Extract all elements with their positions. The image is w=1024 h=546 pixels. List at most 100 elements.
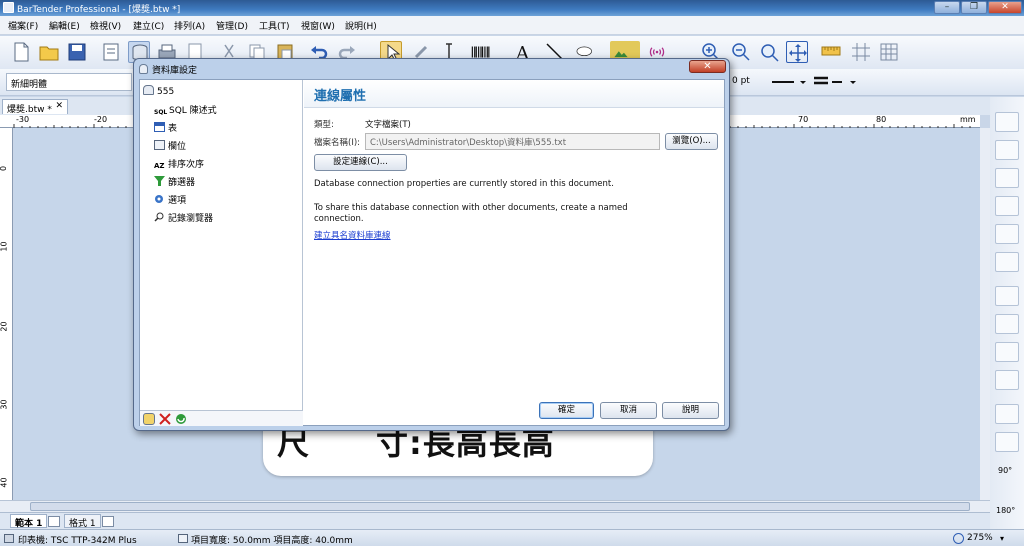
zoom-status-icon <box>953 533 964 544</box>
app-icon <box>3 2 14 13</box>
setup-connection-button[interactable]: 設定連線(C)... <box>314 154 407 171</box>
menu-manage[interactable]: 管理(D) <box>216 19 248 32</box>
zoom-level[interactable]: 275% <box>967 533 993 543</box>
horizontal-scrollbar[interactable] <box>0 500 990 512</box>
font-name-combo[interactable]: 新細明體 <box>6 73 132 91</box>
distribute-vertical-icon[interactable] <box>995 314 1019 334</box>
same-size-icon[interactable] <box>995 404 1019 424</box>
tree-item-label: 表 <box>168 124 178 134</box>
distribute-horizontal-icon[interactable] <box>995 286 1019 306</box>
filter-icon <box>154 176 165 186</box>
add-layer-icon[interactable] <box>102 516 114 527</box>
zoom-dropdown-icon[interactable]: ▾ <box>1000 534 1004 543</box>
align-bottom-icon[interactable] <box>995 196 1019 216</box>
sql-icon: SQL <box>154 109 168 116</box>
tree-item-fields[interactable]: 欄位 <box>154 139 186 152</box>
page-setup-icon[interactable] <box>100 41 122 63</box>
cancel-button[interactable]: 取消 <box>600 402 657 419</box>
panel-header: 連線屬性 <box>304 80 724 108</box>
tree-item-record-browser[interactable]: 記錄瀏覽器 <box>154 211 213 224</box>
delete-icon[interactable] <box>159 413 171 425</box>
ruler-icon[interactable] <box>820 41 842 63</box>
menu-create[interactable]: 建立(C) <box>133 19 164 32</box>
info-stored-text: Database connection properties are curre… <box>314 179 614 189</box>
same-height-icon[interactable] <box>995 370 1019 390</box>
close-window-button[interactable]: ✕ <box>988 1 1022 14</box>
ruler-label: 0 <box>0 166 8 171</box>
window-title: BarTender Professional - [爆獎.btw *] <box>17 5 181 15</box>
field-icon <box>154 140 165 150</box>
rotate-left-icon[interactable]: 90° <box>998 466 1012 475</box>
minimize-button[interactable]: – <box>934 1 960 14</box>
align-top-icon[interactable] <box>995 168 1019 188</box>
dialog-body: 555 SQL SQL 陳述式 表 欄位 AZ 排序次序 篩選器 選項 記錄瀏覽器 <box>139 79 725 426</box>
tree-item-label: 記錄瀏覽器 <box>168 214 214 224</box>
zoom-fit-icon[interactable] <box>758 41 780 63</box>
scroll-thumb[interactable] <box>30 502 970 511</box>
dialog-close-button[interactable]: ✕ <box>689 60 726 73</box>
ruler-label: 40 <box>0 477 9 488</box>
connection-properties-panel: 連線屬性 類型: 文字檔案(T) 檔案名稱(I): C:\Users\Admin… <box>304 80 724 426</box>
grid-icon[interactable] <box>878 41 900 63</box>
snap-guides-icon[interactable] <box>850 41 872 63</box>
tree-item-label: 欄位 <box>168 142 187 152</box>
restore-button[interactable]: ❐ <box>961 1 987 14</box>
align-center-icon[interactable] <box>995 224 1019 244</box>
bring-front-icon[interactable] <box>995 432 1019 452</box>
line-style-icon[interactable] <box>770 77 810 87</box>
table-icon <box>154 122 165 132</box>
menu-arrange[interactable]: 排列(A) <box>174 19 205 32</box>
save-icon[interactable] <box>66 41 88 63</box>
tree-item-label: SQL 陳述式 <box>169 106 217 116</box>
file-name-label: 檔案名稱(I): <box>314 138 361 148</box>
sheet-tab-layer[interactable]: 格式 1 <box>64 514 101 529</box>
create-named-connection-link[interactable]: 建立具名資料庫連線 <box>314 229 391 241</box>
align-middle-icon[interactable] <box>995 252 1019 272</box>
tree-item-label: 排序次序 <box>168 160 205 170</box>
tree-item-options[interactable]: 選項 <box>154 193 186 206</box>
font-size-combo[interactable]: 0 pt <box>728 73 766 91</box>
zoom-out-icon[interactable] <box>730 41 752 63</box>
file-path-field[interactable]: C:\Users\Administrator\Desktop\資料庫\555.t… <box>365 133 660 150</box>
add-template-icon[interactable] <box>48 516 60 527</box>
refresh-icon[interactable] <box>175 413 187 425</box>
menu-help[interactable]: 說明(H) <box>345 19 377 32</box>
status-bar: 印表機: TSC TTP-342M Plus 項目寬度: 50.0mm 項目高度… <box>0 529 1024 546</box>
panel-title: 連線屬性 <box>314 89 367 104</box>
browse-button[interactable]: 瀏覽(O)... <box>665 133 718 150</box>
menu-tools[interactable]: 工具(T) <box>259 19 290 32</box>
ruler-label: 70 <box>798 115 809 124</box>
item-size-status: 項目寬度: 50.0mm 項目高度: 40.0mm <box>191 536 353 546</box>
record-browser-icon <box>154 212 165 222</box>
ruler-unit: mm <box>960 115 976 124</box>
menu-bar: 檔案(F) 編輯(E) 檢視(V) 建立(C) 排列(A) 管理(D) 工具(T… <box>0 16 1024 35</box>
sheet-tab-template[interactable]: 範本 1 <box>10 514 48 529</box>
same-width-icon[interactable] <box>995 342 1019 362</box>
menu-view[interactable]: 檢視(V) <box>90 19 121 32</box>
tree-item-filter[interactable]: 篩選器 <box>154 175 195 188</box>
tree-item-sort[interactable]: AZ 排序次序 <box>154 157 204 172</box>
menu-window[interactable]: 視窗(W) <box>301 19 335 32</box>
menu-edit[interactable]: 編輯(E) <box>49 19 80 32</box>
document-tab[interactable]: 爆獎.btw * ✕ <box>2 99 68 115</box>
help-button[interactable]: 說明 <box>662 402 719 419</box>
menu-file[interactable]: 檔案(F) <box>8 19 38 32</box>
align-right-icon[interactable] <box>995 140 1019 160</box>
add-database-icon[interactable] <box>143 413 155 425</box>
tree-root-label: 555 <box>157 87 175 97</box>
tree-item-table[interactable]: 表 <box>154 121 177 134</box>
close-tab-icon[interactable]: ✕ <box>55 101 63 111</box>
open-folder-icon[interactable] <box>38 41 60 63</box>
tree-item-sql[interactable]: SQL SQL 陳述式 <box>154 103 217 119</box>
printer-status: 印表機: TSC TTP-342M Plus <box>18 536 137 546</box>
new-document-icon[interactable] <box>10 41 32 63</box>
align-left-icon[interactable] <box>995 112 1019 132</box>
options-icon <box>154 194 165 204</box>
line-weight-icon[interactable] <box>812 75 860 89</box>
rotate-right-icon[interactable]: 180° <box>996 506 1015 515</box>
database-tree: 555 SQL SQL 陳述式 表 欄位 AZ 排序次序 篩選器 選項 記錄瀏覽器 <box>140 80 303 410</box>
ok-button[interactable]: 確定 <box>539 402 594 419</box>
tree-root-item[interactable]: 555 <box>143 85 174 97</box>
vertical-scrollbar[interactable] <box>980 128 990 500</box>
zoom-page-icon[interactable] <box>786 41 808 63</box>
